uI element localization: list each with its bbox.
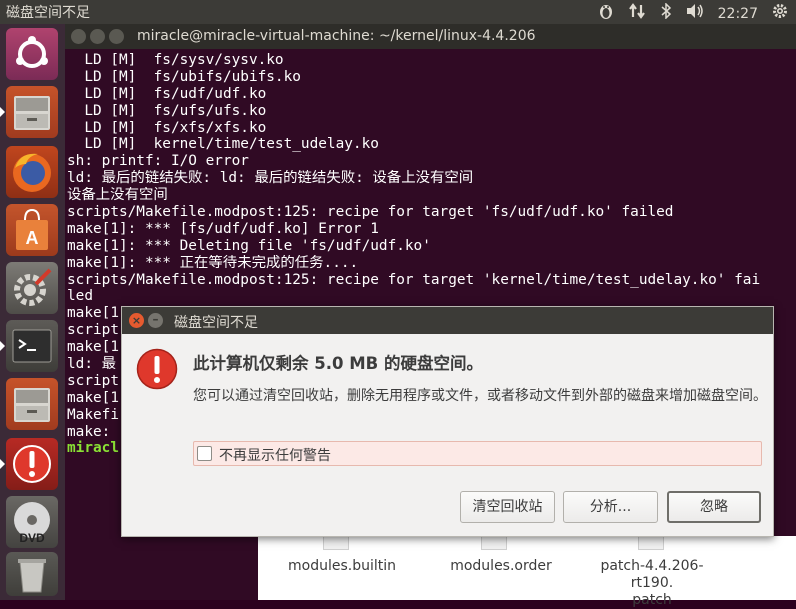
terminal-line: LD [M] fs/sysv/sysv.ko bbox=[67, 52, 284, 68]
dvd-icon[interactable]: DVD bbox=[6, 496, 58, 548]
files-icon[interactable] bbox=[6, 378, 58, 430]
warning-icon bbox=[136, 348, 178, 390]
terminal-line: make[1]: *** Deleting file 'fs/udf/udf.k… bbox=[67, 237, 431, 254]
terminal-line: scripts/Makefile.modpost:125: recipe for… bbox=[67, 271, 761, 288]
terminal-line: sh: printf: I/O error bbox=[67, 153, 249, 170]
terminal-titlebar[interactable]: miracle@miracle-virtual-machine: ~/kerne… bbox=[65, 24, 796, 49]
volume-icon[interactable] bbox=[686, 3, 704, 25]
firefox-icon[interactable] bbox=[6, 146, 58, 198]
file-icon bbox=[638, 536, 664, 550]
terminal-line: make[1]: *** [fs/udf/udf.ko] Error 1 bbox=[67, 220, 379, 237]
minimize-icon[interactable] bbox=[90, 29, 105, 44]
network-arrows-icon[interactable] bbox=[628, 3, 646, 25]
minimize-icon[interactable]: – bbox=[148, 313, 163, 328]
terminal-line: make[1]: *** 正在等待未完成的任务.... bbox=[67, 254, 359, 271]
empty-trash-button[interactable]: 清空回收站 bbox=[460, 491, 555, 523]
dialog-title: 磁盘空间不足 bbox=[174, 315, 258, 331]
maximize-icon[interactable] bbox=[109, 29, 124, 44]
terminal-title: miracle@miracle-virtual-machine: ~/kerne… bbox=[137, 28, 536, 44]
file-name: patch-4.4.206-rt190. bbox=[600, 558, 704, 591]
ignore-button[interactable]: 忽略 bbox=[667, 491, 761, 523]
svg-text:A: A bbox=[26, 228, 39, 248]
terminal-line: LD [M] fs/udf/udf.ko bbox=[67, 85, 267, 102]
file-name: modules.order bbox=[450, 558, 552, 574]
terminal-line: LD [M] fs/ufs/ufs.ko bbox=[67, 102, 267, 119]
file-name-wrap: patch bbox=[632, 592, 672, 608]
terminal-line: LD [M] kernel/time/test_udelay.ko bbox=[67, 136, 379, 153]
active-window-title: 磁盘空间不足 bbox=[6, 5, 90, 21]
top-panel: 磁盘空间不足 22:27 bbox=[0, 0, 796, 24]
terminal-line: LD [M] fs/ubifs/ubifs.ko bbox=[67, 68, 301, 85]
system-settings-icon[interactable] bbox=[6, 262, 58, 314]
software-center-icon[interactable]: A bbox=[6, 204, 58, 256]
terminal-line: 设备上没有空间 bbox=[67, 187, 168, 204]
bluetooth-icon[interactable] bbox=[660, 2, 672, 25]
file-manager-fragment: modules.builtin modules.order patch-4.4.… bbox=[258, 536, 796, 608]
dont-show-again-label[interactable]: 不再显示任何警告 bbox=[219, 445, 331, 465]
terminal-line: LD [M] fs/xfs/xfs.ko bbox=[67, 119, 267, 136]
file-icon bbox=[323, 536, 349, 550]
close-icon[interactable] bbox=[71, 29, 86, 44]
terminal-line: ld: 最后的链结失败: ld: 最后的链结失败: 设备上没有空间 bbox=[67, 170, 474, 187]
dialog-heading: 此计算机仅剩余 5.0 MB 的硬盘空间。 bbox=[193, 354, 483, 373]
file-icon bbox=[481, 536, 507, 550]
terminal-icon[interactable] bbox=[6, 320, 58, 372]
dialog-titlebar[interactable]: × – 磁盘空间不足 bbox=[122, 307, 773, 334]
dont-show-again-checkbox[interactable] bbox=[197, 446, 212, 461]
keyboard-penguin-icon[interactable] bbox=[598, 2, 614, 26]
file-name: modules.builtin bbox=[288, 558, 397, 574]
analyze-button[interactable]: 分析... bbox=[563, 491, 658, 523]
terminal-line: scripts/Makefile.modpost:125: recipe for… bbox=[67, 204, 674, 221]
low-disk-space-dialog[interactable]: × – 磁盘空间不足 此计算机仅剩余 5.0 MB 的硬盘空间。 您可以通过清空… bbox=[121, 306, 774, 537]
running-indicator bbox=[0, 459, 5, 469]
ubuntu-dash-icon[interactable] bbox=[6, 28, 58, 80]
svg-text:DVD: DVD bbox=[19, 531, 45, 545]
terminal-line: led bbox=[67, 288, 93, 305]
gear-icon[interactable] bbox=[772, 3, 788, 25]
files-icon[interactable] bbox=[6, 86, 58, 138]
running-indicator bbox=[0, 107, 5, 117]
trash-icon[interactable] bbox=[6, 552, 58, 596]
file-item[interactable]: modules.order bbox=[446, 558, 556, 575]
dialog-message: 您可以通过清空回收站，删除无用程序或文件，或者移动文件到外部的磁盘来增加磁盘空间… bbox=[193, 388, 767, 404]
dont-show-again-row[interactable]: 不再显示任何警告 bbox=[193, 441, 762, 466]
launcher: A DVD bbox=[0, 24, 65, 600]
running-indicator bbox=[0, 341, 5, 351]
close-icon[interactable]: × bbox=[129, 313, 144, 328]
warning-icon[interactable] bbox=[6, 438, 58, 490]
indicator-area: 22:27 bbox=[598, 2, 788, 26]
file-item[interactable]: modules.builtin bbox=[288, 558, 396, 575]
clock[interactable]: 22:27 bbox=[718, 4, 758, 24]
file-item[interactable]: patch-4.4.206-rt190. patch bbox=[582, 558, 722, 609]
window-controls bbox=[71, 29, 124, 44]
